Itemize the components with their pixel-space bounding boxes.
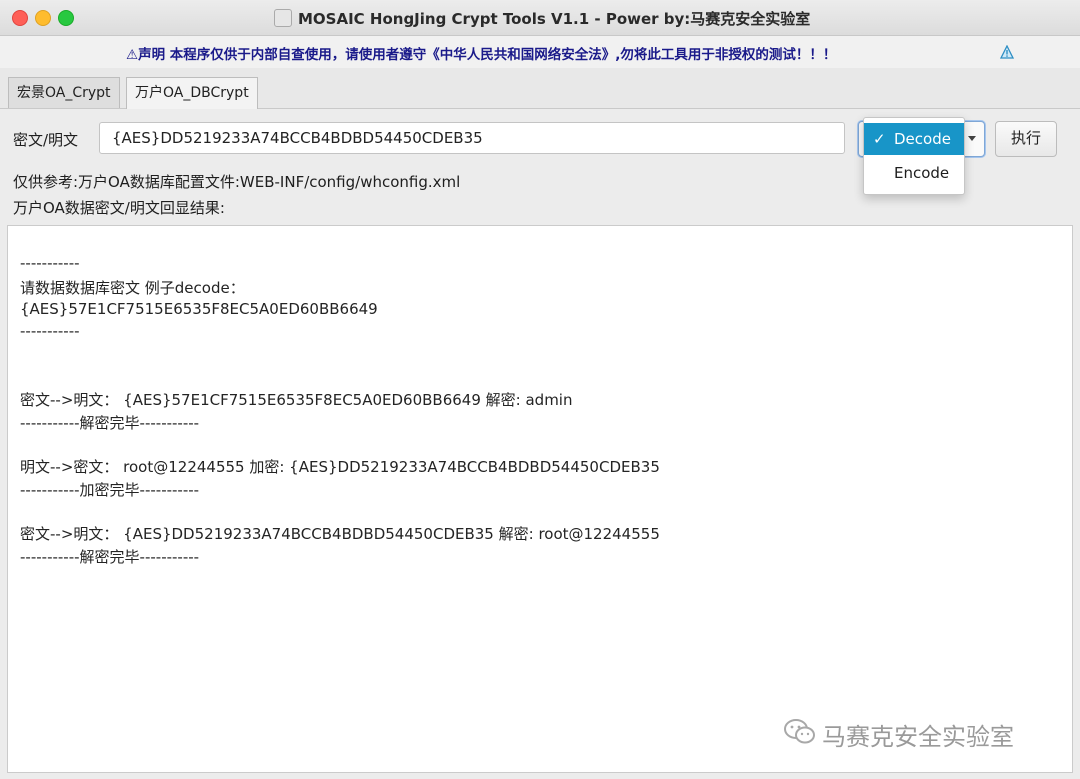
output-line: {AES}57E1CF7515E6535F8EC5A0ED60BB6649 [20, 300, 378, 318]
mode-option-label: Decode [894, 130, 951, 148]
notice-text: ⚠声明 本程序仅供于内部自查使用，请使用者遵守《中华人民共和国网络安全法》,勿将… [126, 47, 837, 63]
execute-button[interactable]: 执行 [995, 121, 1057, 157]
tab-bar: 宏景OA_Crypt 万户OA_DBCrypt [0, 68, 1080, 109]
chevron-down-icon [968, 136, 976, 141]
output-line: ----------- [20, 322, 80, 340]
zoom-window-button[interactable] [58, 10, 74, 26]
output-line: -----------加密完毕----------- [20, 481, 200, 499]
output-line: 密文-->明文： {AES}DD5219233A74BCCB4BDBD54450… [20, 525, 660, 543]
mode-dropdown-menu: ✓ Decode Encode [863, 117, 965, 195]
checkmark-icon: ✓ [873, 130, 886, 148]
reference-text: 仅供参考:万户OA数据库配置文件:WEB-INF/config/whconfig… [13, 173, 461, 191]
wechat-icon [784, 719, 815, 744]
output-line: 明文-->密文： root@12244555 加密: {AES}DD521923… [20, 458, 660, 476]
tab-wanhu-oa-dbcrypt[interactable]: 万户OA_DBCrypt [126, 77, 258, 109]
warning-icon [1000, 45, 1014, 59]
output-line: -----------解密完毕----------- [20, 548, 200, 566]
output-line: 请数据数据库密文 例子decode： [20, 279, 245, 297]
title-bar: MOSAIC HongJing Crypt Tools V1.1 - Power… [0, 0, 1080, 36]
output-line: -----------解密完毕----------- [20, 414, 200, 432]
notice-bar: ⚠声明 本程序仅供于内部自查使用，请使用者遵守《中华人民共和国网络安全法》,勿将… [0, 36, 1080, 69]
result-output-area[interactable]: ----------- 请数据数据库密文 例子decode： {AES}57E1… [7, 225, 1073, 773]
mode-option-decode[interactable]: ✓ Decode [864, 123, 964, 155]
mode-option-encode[interactable]: Encode [864, 157, 964, 189]
cipher-plain-input[interactable]: {AES}DD5219233A74BCCB4BDBD54450CDEB35 [99, 122, 845, 154]
watermark-text: 马赛克安全实验室 [822, 723, 1014, 751]
minimize-window-button[interactable] [35, 10, 51, 26]
window-title: MOSAIC HongJing Crypt Tools V1.1 - Power… [298, 10, 811, 28]
field-label: 密文/明文 [13, 131, 79, 149]
output-line: 密文-->明文： {AES}57E1CF7515E6535F8EC5A0ED60… [20, 391, 573, 409]
result-label: 万户OA数据密文/明文回显结果: [13, 199, 225, 217]
output-line: ----------- [20, 254, 80, 272]
tab-hongjing-oa-crypt[interactable]: 宏景OA_Crypt [8, 77, 120, 108]
app-icon [274, 9, 292, 27]
close-window-button[interactable] [12, 10, 28, 26]
mode-option-label: Encode [894, 164, 950, 182]
